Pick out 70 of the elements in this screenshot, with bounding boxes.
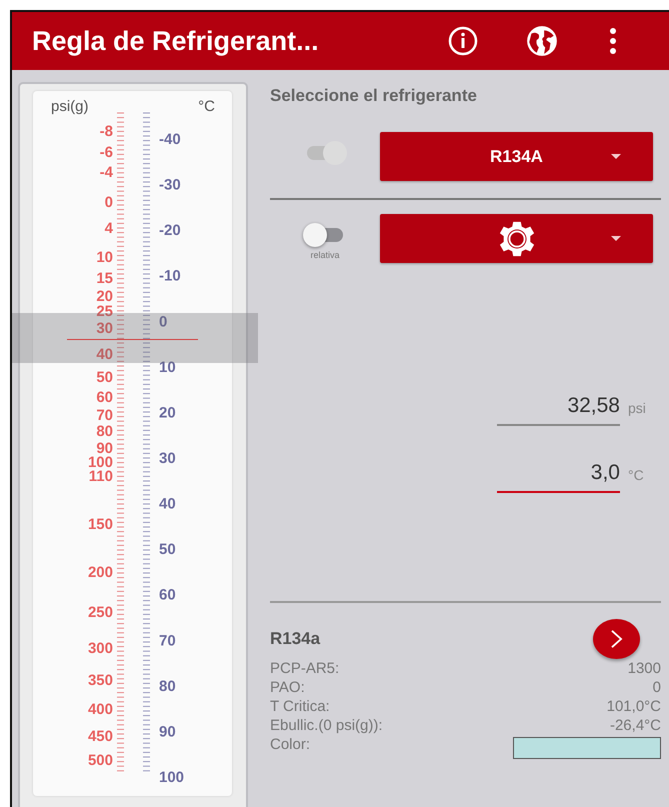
chevron-right-icon xyxy=(610,629,623,649)
psi-scale-label: 15 xyxy=(96,270,113,287)
celsius-scale-label: 60 xyxy=(159,586,176,604)
psi-scale-label: 0 xyxy=(104,194,113,211)
ruler-unit-label: psi(g) xyxy=(51,98,89,115)
celsius-scale-label: 10 xyxy=(159,358,176,376)
psi-scale-label: 110 xyxy=(88,468,113,485)
psi-scale-label: -6 xyxy=(100,144,113,161)
psi-scale-label: -8 xyxy=(100,123,113,140)
value-input[interactable]: 32,58 xyxy=(497,394,620,426)
property-value: -26,4°C xyxy=(610,716,661,735)
section-heading: Seleccione el refrigerante xyxy=(270,86,478,107)
psi-scale-label: 350 xyxy=(88,672,113,689)
psi-scale-label: 80 xyxy=(96,423,113,440)
psi-scale-label: 70 xyxy=(96,407,113,424)
celsius-scale-label: -30 xyxy=(159,176,181,194)
psi-scale-label: 60 xyxy=(96,389,113,406)
celsius-scale-label: 40 xyxy=(159,496,176,513)
dropdown[interactable]: R134A xyxy=(380,132,653,181)
psi-scale-label: 200 xyxy=(88,564,113,581)
psi-scale-label: 90 xyxy=(96,440,113,457)
psi-scale-label: 400 xyxy=(88,701,113,718)
property-label: Color: xyxy=(270,735,310,754)
celsius-scale-label: -40 xyxy=(159,131,181,148)
property-label: T Critica: xyxy=(270,697,330,716)
property-label: PCP-AR5: xyxy=(270,659,340,678)
dropdown[interactable] xyxy=(380,214,653,263)
celsius-scale-label: 30 xyxy=(159,450,176,467)
unit-label: °C xyxy=(628,467,644,483)
psi-scale-label: 250 xyxy=(88,604,113,621)
app-title: Regla de Refrigerant... xyxy=(32,26,320,56)
ruler-unit-label: °C xyxy=(198,98,215,115)
celsius-scale-label: 70 xyxy=(159,632,176,650)
value-input[interactable]: 3,0 xyxy=(497,461,620,493)
celsius-scale-label: 100 xyxy=(159,768,184,786)
property-value: 1300 xyxy=(628,659,661,678)
psi-scale-label: 500 xyxy=(88,752,113,769)
psi-scale-label: 25 xyxy=(96,303,113,320)
psi-scale-label: 50 xyxy=(96,369,113,386)
celsius-scale-label: 50 xyxy=(159,541,176,558)
refrigerant-name: R134a xyxy=(270,629,320,649)
celsius-scale-label: -10 xyxy=(159,268,181,285)
caret-icon xyxy=(611,236,621,241)
gear-icon xyxy=(498,220,536,258)
psi-scale-label: 450 xyxy=(88,728,113,745)
next-button[interactable] xyxy=(593,619,640,659)
psi-scale-label: 40 xyxy=(96,346,113,363)
psi-scale-label: 150 xyxy=(88,516,113,533)
celsius-scale-label: 20 xyxy=(159,404,176,422)
celsius-scale-label: 80 xyxy=(159,678,176,695)
caret-icon xyxy=(611,154,621,159)
property-label: PAO: xyxy=(270,678,305,697)
celsius-scale-label: 90 xyxy=(159,723,176,740)
celsius-scale-label: 0 xyxy=(159,313,168,330)
property-value: 0 xyxy=(652,678,661,697)
psi-scale-label: 4 xyxy=(104,220,113,237)
psi-scale-label: 100 xyxy=(88,454,113,471)
psi-scale-label: 300 xyxy=(88,640,113,657)
psi-scale-label: 10 xyxy=(96,249,113,266)
psi-scale-label: -4 xyxy=(100,164,113,181)
unit-label: psi xyxy=(628,400,646,416)
property-label: Ebullic.(0 psi(g)): xyxy=(270,716,383,735)
psi-scale-label: 30 xyxy=(96,320,113,337)
more-menu-icon[interactable] xyxy=(609,27,617,55)
toggle-label: relativa xyxy=(310,250,340,260)
psi-scale-label: 20 xyxy=(96,288,113,305)
info-icon[interactable] xyxy=(447,25,479,57)
property-value: 101,0°C xyxy=(606,697,661,716)
globe-icon[interactable] xyxy=(525,24,559,58)
celsius-scale-label: -20 xyxy=(159,222,181,240)
